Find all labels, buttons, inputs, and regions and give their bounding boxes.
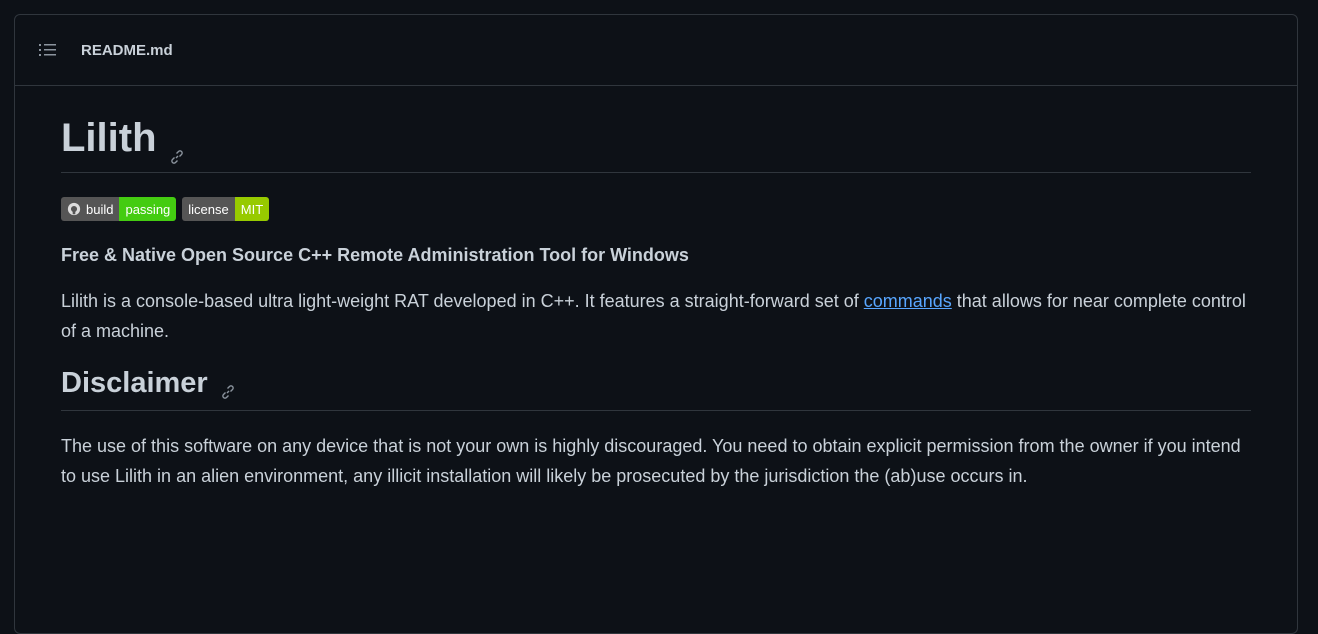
link-icon[interactable] [220,376,236,399]
readme-content: Lilith build passing license MIT Free & … [15,116,1297,491]
build-badge-label: build [86,201,114,217]
page-title-text: Lilith [61,116,157,160]
page-title: Lilith [61,116,1251,173]
tagline: Free & Native Open Source C++ Remote Adm… [61,245,689,265]
license-badge[interactable]: license MIT [182,197,270,221]
github-logo-icon [67,202,81,216]
build-badge-status: passing [119,197,177,221]
disclaimer-paragraph: The use of this software on any device t… [61,435,1241,486]
disclaimer-heading: Disclaimer [61,367,1251,411]
intro-text-start: Lilith is a console-based ultra light-we… [61,291,864,311]
readme-panel: README.md Lilith build passing license M… [14,14,1298,634]
build-badge[interactable]: build passing [61,197,177,221]
license-badge-label: license [182,197,235,221]
readme-header: README.md [15,15,1297,86]
commands-link[interactable]: commands [864,291,952,311]
disclaimer-heading-text: Disclaimer [61,367,208,399]
build-badge-left: build [61,197,120,221]
intro-paragraph: Lilith is a console-based ultra light-we… [61,286,1251,346]
readme-filename: README.md [81,41,173,59]
link-icon[interactable] [169,130,185,164]
license-badge-value: MIT [234,197,270,221]
badge-row: build passing license MIT [61,197,1251,221]
list-icon[interactable] [39,42,57,58]
